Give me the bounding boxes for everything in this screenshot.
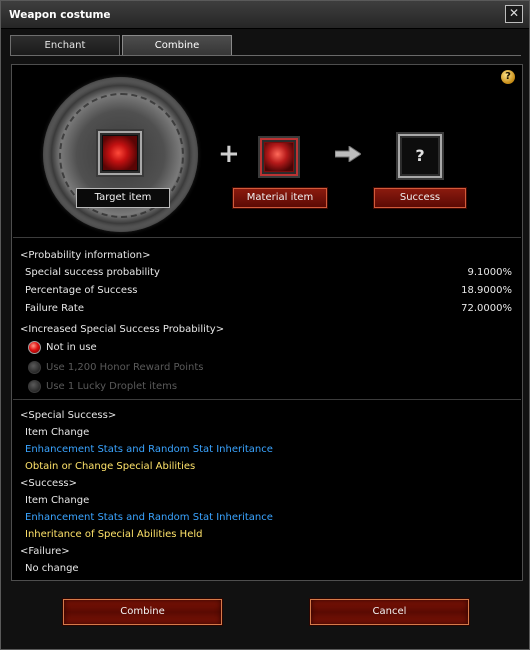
material-item-slot[interactable]	[260, 138, 298, 176]
tab-divider	[10, 55, 521, 56]
result-line: Enhancement Stats and Random Stat Inheri…	[25, 512, 273, 523]
result-line: Obtain or Change Special Abilities	[25, 461, 196, 472]
target-item-icon	[103, 136, 137, 170]
close-button[interactable]: ✕	[505, 5, 523, 23]
close-icon: ✕	[508, 6, 520, 20]
increase-header: <Increased Special Success Probability>	[20, 324, 225, 335]
special-success-probability-label: Special success probability	[25, 267, 160, 278]
tab-combine[interactable]: Combine	[122, 35, 232, 56]
result-line: No change	[25, 563, 79, 574]
material-item-icon	[265, 143, 293, 171]
radio-not-in-use[interactable]	[28, 341, 41, 354]
tab-enchant[interactable]: Enchant	[10, 35, 120, 56]
special-success-probability-value: 9.1000%	[467, 267, 513, 278]
tab-combine-label: Combine	[154, 40, 200, 51]
combine-panel: ? Target item + Material item ? Success …	[11, 64, 523, 581]
result-line: Enhancement Stats and Random Stat Inheri…	[25, 444, 273, 455]
radio-lucky-droplet-label: Use 1 Lucky Droplet items	[46, 381, 178, 392]
divider	[13, 237, 521, 238]
success-header: <Success>	[20, 478, 78, 489]
failure-rate-label: Failure Rate	[25, 303, 85, 314]
radio-not-in-use-label: Not in use	[46, 342, 97, 353]
success-percentage-value: 18.9000%	[461, 285, 512, 296]
weapon-costume-window: Weapon costume ✕ Enchant Combine ? Targe…	[0, 0, 530, 650]
failure-header: <Failure>	[20, 546, 70, 557]
combine-button[interactable]: Combine	[63, 599, 222, 625]
result-line: Inheritance of Special Abilities Held	[25, 529, 203, 540]
plus-icon: +	[218, 139, 240, 169]
result-line: Item Change	[25, 427, 90, 438]
material-item-label: Material item	[233, 188, 327, 208]
result-slot: ?	[398, 134, 442, 178]
probability-header: <Probability information>	[20, 250, 151, 261]
result-label: Success	[374, 188, 466, 208]
radio-lucky-droplet[interactable]	[28, 380, 41, 393]
radio-honor-points[interactable]	[28, 361, 41, 374]
failure-rate-value: 72.0000%	[461, 303, 512, 314]
window-title: Weapon costume	[9, 9, 111, 21]
help-icon[interactable]: ?	[501, 70, 515, 84]
arrow-right-icon	[335, 146, 361, 162]
divider	[13, 399, 521, 400]
target-item-slot[interactable]	[98, 131, 142, 175]
target-item-label: Target item	[76, 188, 170, 208]
tab-enchant-label: Enchant	[44, 40, 86, 51]
result-line: Item Change	[25, 495, 90, 506]
success-percentage-label: Percentage of Success	[25, 285, 138, 296]
question-mark-icon: ?	[415, 146, 425, 165]
cancel-button[interactable]: Cancel	[310, 599, 469, 625]
special-success-header: <Special Success>	[20, 410, 117, 421]
title-bar[interactable]: Weapon costume ✕	[1, 1, 529, 29]
radio-honor-points-label: Use 1,200 Honor Reward Points	[46, 362, 204, 373]
